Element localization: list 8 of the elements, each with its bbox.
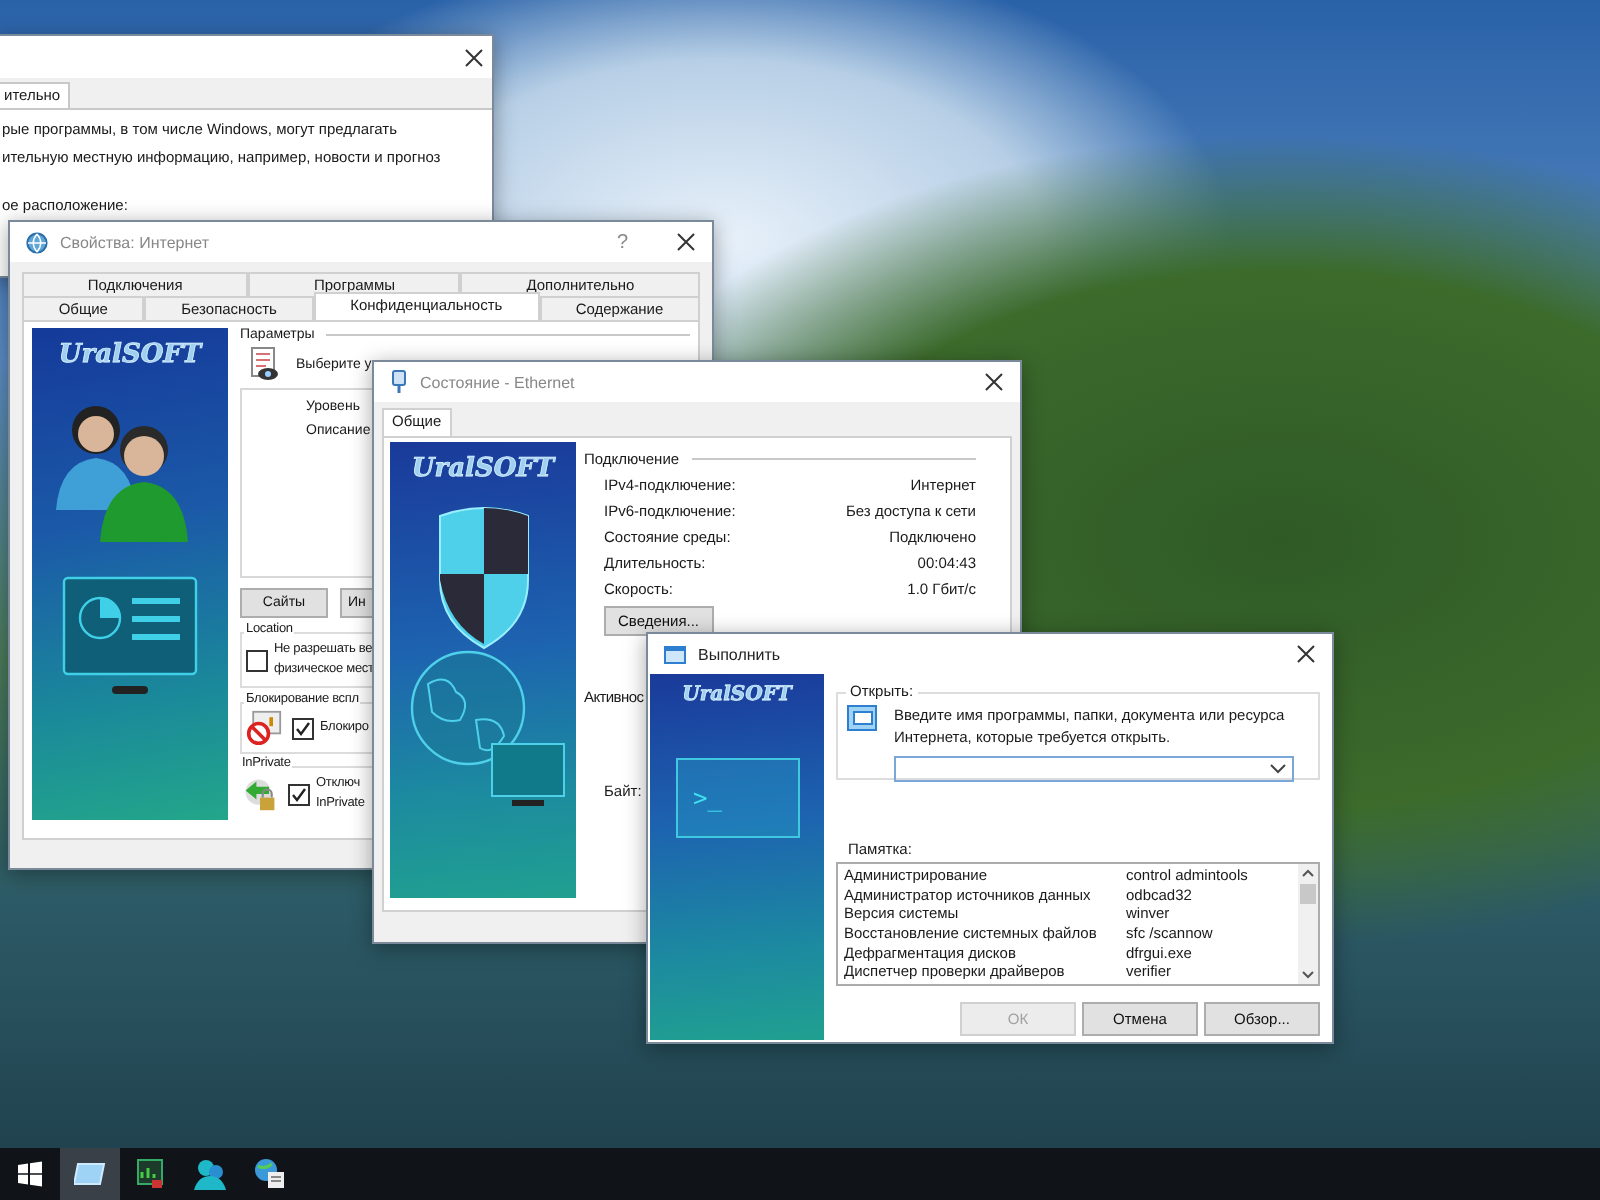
- window-title: Свойства: Интернет: [60, 233, 209, 251]
- logo-text: UralSOFT: [411, 454, 555, 484]
- window-title: Выполнить: [698, 645, 781, 663]
- terminal-prompt: >_: [693, 784, 722, 812]
- help-button[interactable]: ?: [616, 231, 628, 253]
- logo-text: UralSOFT: [682, 684, 792, 706]
- window-title: Состояние - Ethernet: [420, 373, 575, 391]
- logo-text: UralSOFT: [58, 340, 202, 370]
